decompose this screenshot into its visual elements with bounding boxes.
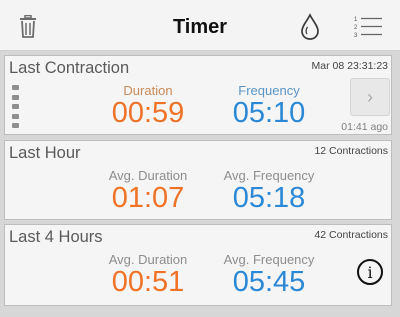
last-contraction-card[interactable]: Last Contraction Mar 08 23:31:23 Duratio… xyxy=(4,55,392,135)
avg-duration-value: 00:51 xyxy=(111,266,185,298)
avg-duration-label: Avg. Duration xyxy=(108,168,188,183)
avg-duration-metric: Avg. Duration 00:51 xyxy=(103,252,193,297)
last-hour-card: Last Hour 12 Contractions Avg. Duration … xyxy=(4,140,392,220)
timestamp: Mar 08 23:31:23 xyxy=(311,60,388,72)
contraction-count: 12 Contractions xyxy=(314,145,388,157)
card-title: Last Hour xyxy=(9,144,81,162)
avg-frequency-metric: Avg. Frequency 05:18 xyxy=(223,168,315,213)
navigation-bar: Timer 1 2 3 xyxy=(0,0,400,51)
drop-icon[interactable] xyxy=(294,10,326,44)
contraction-count: 42 Contractions xyxy=(314,229,388,241)
avg-frequency-value: 05:45 xyxy=(232,266,306,298)
numbered-list-icon[interactable]: 1 2 3 xyxy=(352,10,384,44)
avg-duration-value: 01:07 xyxy=(111,182,185,214)
frequency-metric: Frequency 05:10 xyxy=(223,83,315,128)
last-4-hours-card: Last 4 Hours 42 Contractions Avg. Durati… xyxy=(4,224,392,306)
avg-duration-metric: Avg. Duration 01:07 xyxy=(103,168,193,213)
duration-value: 00:59 xyxy=(111,97,185,129)
svg-text:2: 2 xyxy=(354,25,358,31)
duration-metric: Duration 00:59 xyxy=(103,83,193,128)
avg-frequency-label: Avg. Frequency xyxy=(223,252,315,267)
avg-frequency-metric: Avg. Frequency 05:45 xyxy=(223,252,315,297)
duration-label: Duration xyxy=(123,83,173,98)
frequency-label: Frequency xyxy=(238,83,300,98)
avg-frequency-value: 05:18 xyxy=(232,182,306,214)
info-icon[interactable]: i xyxy=(357,259,383,285)
svg-text:1: 1 xyxy=(354,17,358,23)
page-title: Timer xyxy=(172,16,228,38)
timer-screen: Timer 1 2 3 Last Contraction Mar 08 23:3… xyxy=(0,0,400,317)
avg-frequency-label: Avg. Frequency xyxy=(223,168,315,183)
card-title: Last 4 Hours xyxy=(9,228,103,246)
svg-text:3: 3 xyxy=(354,33,358,39)
elapsed-time: 01:41 ago xyxy=(341,121,388,133)
chevron-right-icon[interactable]: › xyxy=(350,78,390,116)
avg-duration-label: Avg. Duration xyxy=(108,252,188,267)
frequency-value: 05:10 xyxy=(232,97,306,129)
card-title: Last Contraction xyxy=(9,59,130,77)
drag-handle-icon[interactable] xyxy=(12,85,20,128)
